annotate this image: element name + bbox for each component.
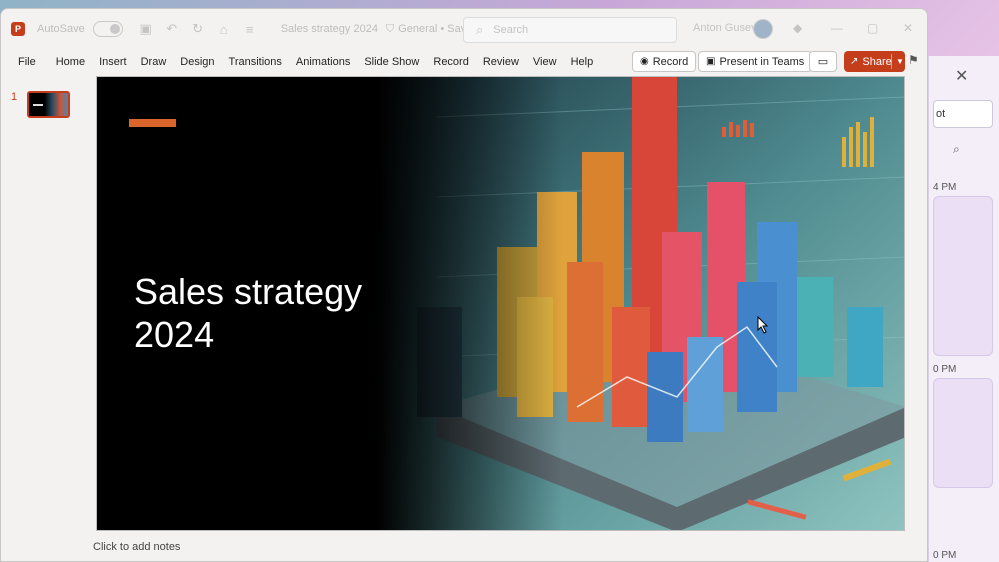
tab-design[interactable]: Design [173,56,221,68]
present-in-teams-button[interactable]: ▣ Present in Teams [698,51,813,72]
autosave-toggle[interactable] [92,21,123,37]
powerpoint-logo-icon: P [11,22,25,36]
time-label: 4 PM [933,182,957,193]
title-accent-bar [129,119,176,127]
tab-transitions[interactable]: Transitions [222,56,289,68]
tab-record[interactable]: Record [426,56,475,68]
tab-file[interactable]: File [11,56,43,68]
record-icon: ◉ [640,56,649,67]
ribbon-tabs: File Home Insert Draw Design Transitions… [1,49,927,75]
thumbnail-title-line [33,104,43,106]
title-bar: P AutoSave ▣ ↶ ↻ ⌂ ≡ Sales strategy 2024… [1,9,927,49]
present-button-label: Present in Teams [719,55,805,68]
autosave-label: AutoSave [37,23,85,35]
panel-card [933,196,993,356]
record-button-label: Record [652,55,689,68]
share-button[interactable]: ↗ Share ▼ [844,51,905,72]
copilot-icon[interactable]: ◆ [793,21,802,35]
customize-toolbar-icon[interactable]: ≡ [241,22,259,37]
bar-chart-illustration [377,77,904,530]
minimize-icon[interactable]: — [831,21,843,35]
search-icon: ⌕ [476,22,484,37]
close-icon[interactable]: ✕ [955,66,968,86]
tab-draw[interactable]: Draw [134,56,174,68]
slide-title-line: 2024 [134,314,215,355]
chevron-down-icon[interactable]: ▼ [896,57,904,66]
tab-slide-show[interactable]: Slide Show [357,56,426,68]
slide-title[interactable]: Sales strategy 2024 [134,270,414,356]
teams-icon: ▣ [706,56,716,67]
notes-placeholder[interactable]: Click to add notes [93,541,180,553]
tab-home[interactable]: Home [49,56,92,68]
shield-icon: ⛉ [385,22,395,35]
powerpoint-window: P AutoSave ▣ ↶ ↻ ⌂ ≡ Sales strategy 2024… [0,8,928,562]
slide-thumbnail-pane: 1 [1,75,91,535]
panel-card [933,378,993,488]
slide-title-line: Sales strategy [134,271,363,312]
time-label: 0 PM [933,550,957,561]
tab-animations[interactable]: Animations [289,56,357,68]
tab-help[interactable]: Help [564,56,601,68]
copilot-chat-icon[interactable]: ⚑ [908,53,919,67]
panel-input[interactable]: ot [933,100,993,128]
slide-canvas[interactable]: Sales strategy 2024 [96,76,905,531]
maximize-icon[interactable]: ▢ [867,21,878,35]
slide-number: 1 [11,91,18,103]
slide-thumbnail[interactable] [27,91,70,118]
record-button[interactable]: ◉ Record [632,51,697,72]
save-icon[interactable]: ▣ [137,21,155,37]
share-divider [891,54,892,69]
redo-icon[interactable]: ↻ [189,21,207,37]
background-window-panel: ✕ ot ⌕ 4 PM 0 PM 0 PM [928,56,999,562]
user-name[interactable]: Anton Gusev [693,22,757,34]
tab-insert[interactable]: Insert [92,56,134,68]
share-button-label: Share [862,55,892,68]
undo-icon[interactable]: ↶ [163,21,181,37]
search-icon[interactable]: ⌕ [953,142,960,157]
tab-review[interactable]: Review [476,56,526,68]
comments-button[interactable]: ▭ [809,51,837,72]
comment-icon: ▭ [817,56,829,68]
format-painter-icon[interactable]: ⌂ [215,22,233,37]
document-title[interactable]: Sales strategy 2024 [281,23,378,35]
tab-view[interactable]: View [526,56,564,68]
close-icon[interactable]: ✕ [903,21,913,35]
search-placeholder: Search [493,24,529,36]
share-icon: ↗ [850,56,859,67]
mouse-cursor-icon [757,316,769,334]
time-label: 0 PM [933,364,957,375]
search-input[interactable]: ⌕ Search [463,17,677,43]
avatar[interactable] [753,19,773,39]
